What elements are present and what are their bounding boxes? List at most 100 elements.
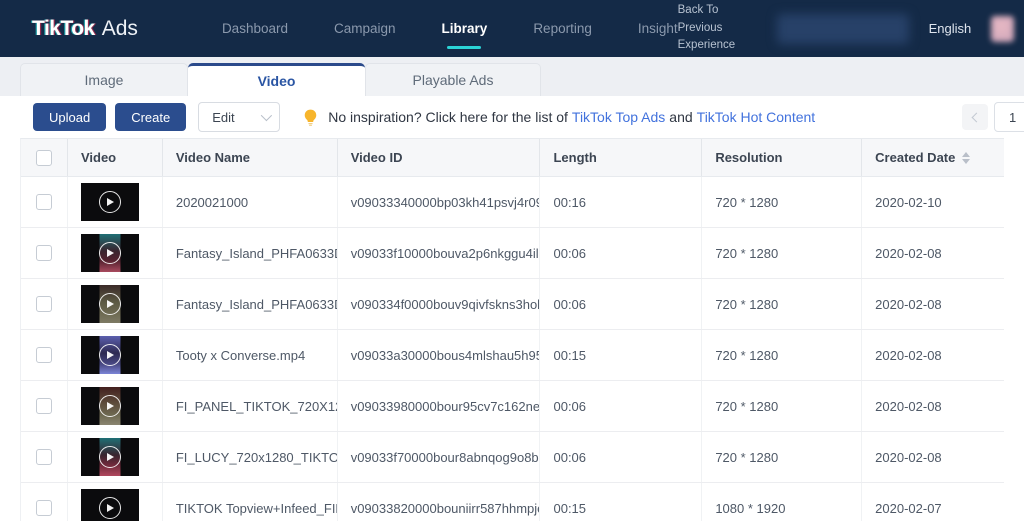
play-icon: [98, 191, 121, 213]
play-icon: [98, 293, 121, 315]
play-icon: [98, 497, 121, 519]
edit-dropdown[interactable]: Edit: [198, 102, 281, 132]
video-thumbnail[interactable]: [80, 234, 139, 272]
row-checkbox[interactable]: [35, 449, 52, 465]
video-thumbnail[interactable]: [80, 336, 139, 374]
inspiration-tip: No inspiration? Click here for the list …: [303, 109, 815, 126]
video-thumbnail[interactable]: [80, 285, 139, 323]
row-thumb-cell: [68, 483, 163, 521]
video-created-date-cell: 2020-02-08: [875, 449, 942, 465]
video-name-cell: TIKTOK Topview+Infeed_FINAL...: [163, 483, 338, 521]
play-icon: [98, 344, 121, 366]
page-number-select[interactable]: 1: [994, 102, 1024, 132]
row-checkbox[interactable]: [35, 296, 52, 312]
row-checkbox[interactable]: [35, 500, 52, 516]
row-checkbox[interactable]: [35, 347, 52, 363]
header-resolution: Resolution: [702, 139, 863, 176]
video-created-date-cell: 2020-02-08: [875, 347, 942, 363]
content-panel: Upload Create Edit No inspiration? Click…: [0, 96, 1024, 521]
tiktok-ads-logo[interactable]: TikTok Ads: [32, 17, 138, 41]
video-created-date-cell: 2020-02-07: [875, 500, 942, 516]
table-row: Fantasy_Island_PHFA0633D21... v09033f100…: [21, 228, 1004, 279]
video-thumbnail[interactable]: [80, 183, 139, 221]
row-thumb-cell: [68, 381, 163, 431]
header-video: Video: [68, 139, 163, 176]
video-length-cell: 00:15: [540, 483, 703, 521]
row-checkbox[interactable]: [35, 245, 52, 261]
logo-ads: Ads: [101, 16, 138, 40]
tip-text: No inspiration? Click here for the list …: [328, 109, 568, 125]
pagination-prev-button[interactable]: [962, 104, 988, 130]
video-created-date-cell: 2020-02-08: [875, 245, 942, 261]
video-id-cell: v090334f0000bouv9qivfskns3hoho6g: [338, 279, 541, 329]
logo-tiktok: TikTok: [32, 16, 95, 40]
video-thumbnail[interactable]: [80, 438, 139, 476]
row-thumb-cell: [68, 432, 163, 482]
created-date-label: Created Date: [875, 150, 956, 165]
table-row: 2020021000 v09033340000bp03kh41psvj4r09f…: [21, 177, 1004, 228]
account-info-redacted: [776, 13, 909, 44]
avatar[interactable]: [991, 15, 1015, 42]
tab-image[interactable]: Image: [20, 63, 188, 96]
sort-icon[interactable]: [962, 151, 971, 164]
back-to-previous-link[interactable]: Back To Previous Experience: [678, 2, 757, 55]
video-id-cell: v09033f10000bouva2p6nkggu4il0h8g: [338, 228, 541, 278]
header-created-date: Created Date: [862, 139, 1004, 176]
nav-right-cluster: Back To Previous Experience English ?: [678, 2, 1024, 55]
row-check-cell: [21, 228, 68, 278]
back-link-line1: Back To Previous: [677, 3, 723, 34]
video-created-date-cell: 2020-02-08: [875, 398, 942, 414]
nav-item-campaign[interactable]: Campaign: [334, 15, 396, 42]
row-check-cell: [21, 330, 68, 380]
tiktok-hot-content-link[interactable]: TikTok Hot Content: [697, 109, 816, 125]
play-icon: [98, 446, 121, 468]
nav-item-dashboard[interactable]: Dashboard: [222, 15, 288, 42]
play-icon: [98, 395, 121, 417]
video-name-cell: Tooty x Converse.mp4: [163, 330, 338, 380]
video-name-cell: 2020021000: [163, 177, 338, 227]
tab-video[interactable]: Video: [188, 63, 365, 96]
video-resolution-cell: 720 * 1280: [702, 432, 863, 482]
video-resolution-cell: 720 * 1280: [702, 279, 863, 329]
edit-dropdown-label: Edit: [212, 109, 235, 125]
video-created-date-cell: 2020-02-08: [875, 296, 942, 312]
create-button[interactable]: Create: [115, 103, 187, 131]
row-check-cell: [21, 177, 68, 227]
video-id-cell: v09033820000bouniirr587hhmpjeoe0: [338, 483, 541, 521]
row-check-cell: [21, 381, 68, 431]
tab-playable-ads[interactable]: Playable Ads: [365, 63, 541, 96]
row-checkbox[interactable]: [35, 398, 52, 414]
row-checkbox[interactable]: [35, 194, 52, 210]
chevron-left-icon: [971, 112, 981, 122]
select-all-checkbox[interactable]: [35, 149, 52, 166]
header-video-id: Video ID: [338, 139, 541, 176]
table-row: TIKTOK Topview+Infeed_FINAL... v09033820…: [21, 483, 1004, 521]
toolbar: Upload Create Edit No inspiration? Click…: [0, 96, 1024, 138]
video-id-cell: v09033a30000bous4mlshau5h95j4vjg: [338, 330, 541, 380]
table-row: Tooty x Converse.mp4 v09033a30000bous4ml…: [21, 330, 1004, 381]
page-number: 1: [1009, 109, 1017, 125]
nav-item-library[interactable]: Library: [442, 15, 488, 42]
pagination: 1: [962, 102, 1024, 132]
video-length-cell: 00:06: [540, 381, 703, 431]
tiktok-top-ads-link[interactable]: TikTok Top Ads: [572, 109, 665, 125]
row-thumb-cell: [68, 177, 163, 227]
header-length: Length: [540, 139, 703, 176]
video-thumbnail[interactable]: [80, 387, 139, 425]
video-length-cell: 00:16: [540, 177, 703, 227]
play-icon: [98, 242, 121, 264]
lightbulb-icon: [303, 109, 318, 126]
video-thumbnail[interactable]: [80, 489, 139, 521]
upload-button[interactable]: Upload: [33, 103, 107, 131]
nav-item-insight[interactable]: Insight: [638, 15, 678, 42]
nav-item-reporting[interactable]: Reporting: [533, 15, 592, 42]
video-id-cell: v09033980000bour95cv7c162ne0d8d0: [338, 381, 541, 431]
table-row: FI_LUCY_720x1280_TIKTOK_VA... v09033f700…: [21, 432, 1004, 483]
video-length-cell: 00:06: [540, 228, 703, 278]
header-video-name: Video Name: [163, 139, 338, 176]
video-name-cell: FI_PANEL_TIKTOK_720X1280_V...: [163, 381, 338, 431]
language-selector[interactable]: English: [929, 21, 972, 36]
video-resolution-cell: 720 * 1280: [702, 228, 863, 278]
tip-conjunction: and: [669, 109, 693, 125]
row-check-cell: [21, 483, 68, 521]
